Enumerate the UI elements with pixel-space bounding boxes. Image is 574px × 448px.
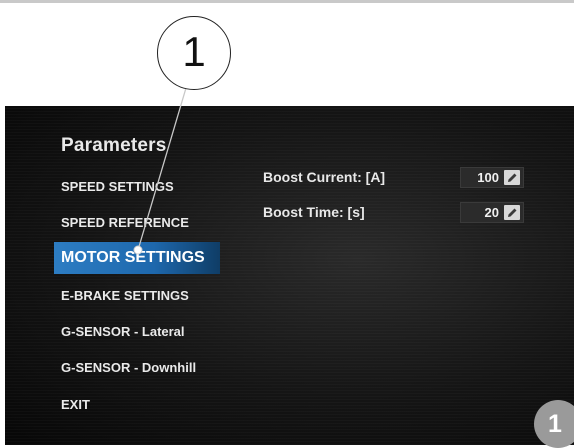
menu-item-speed-reference[interactable]: SPEED REFERENCE xyxy=(54,207,220,239)
boost-time-value: 20 xyxy=(484,205,499,220)
panel-title: Parameters xyxy=(61,135,167,156)
menu-item-e-brake-settings[interactable]: E-BRAKE SETTINGS xyxy=(54,280,220,312)
pencil-icon[interactable] xyxy=(504,170,520,185)
menu-item-g-sensor-downhill[interactable]: G-SENSOR - Downhill xyxy=(54,352,220,384)
boost-current-label: Boost Current: [A] xyxy=(263,169,386,185)
boost-current-value: 100 xyxy=(477,170,499,185)
boost-time-field[interactable]: 20 xyxy=(460,202,524,223)
pencil-icon[interactable] xyxy=(504,205,520,220)
menu-item-exit[interactable]: EXIT xyxy=(54,389,220,421)
callout-marker: 1 xyxy=(157,16,231,90)
top-divider xyxy=(0,0,574,3)
figure-number-badge: 1 xyxy=(534,400,574,448)
device-screen: Parameters SPEED SETTINGS SPEED REFERENC… xyxy=(5,106,574,445)
menu-item-speed-settings[interactable]: SPEED SETTINGS xyxy=(54,171,220,203)
boost-time-label: Boost Time: [s] xyxy=(263,204,365,220)
boost-current-field[interactable]: 100 xyxy=(460,167,524,188)
menu-item-g-sensor-lateral[interactable]: G-SENSOR - Lateral xyxy=(54,316,220,348)
menu-item-motor-settings[interactable]: MOTOR SETTINGS xyxy=(54,242,220,274)
